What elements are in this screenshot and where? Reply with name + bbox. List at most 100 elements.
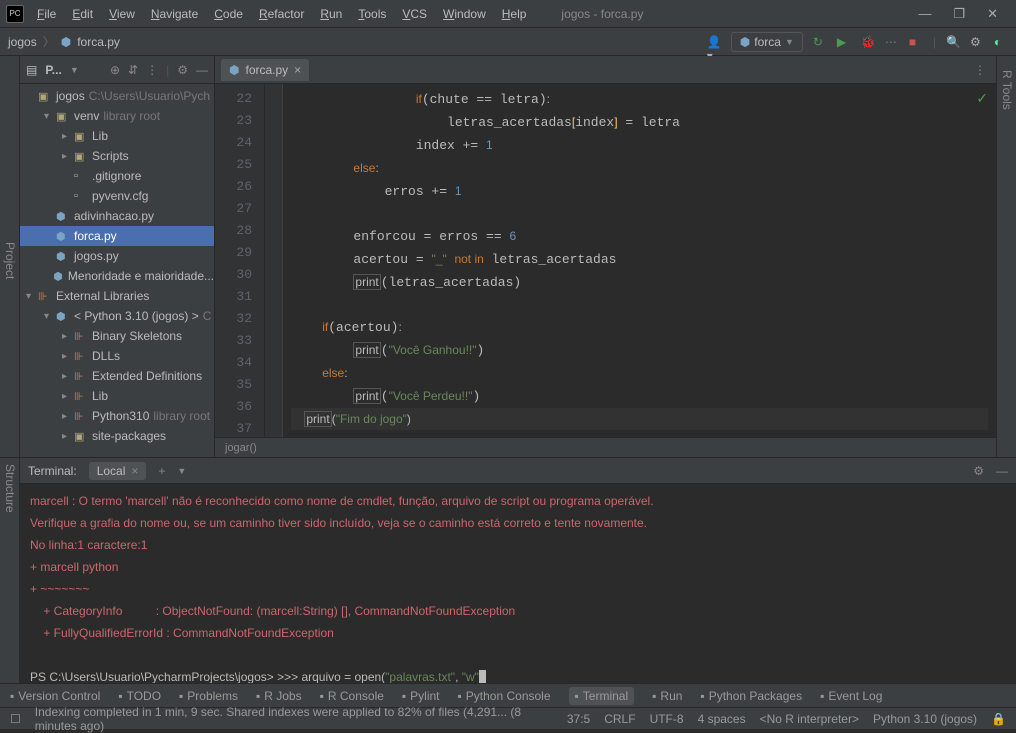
- tool-pylint[interactable]: ▪ Pylint: [402, 689, 440, 703]
- terminal-output[interactable]: marcell : O termo 'marcell' não é reconh…: [20, 484, 1016, 683]
- status-bar: ☐ Indexing completed in 1 min, 9 sec. Sh…: [0, 707, 1016, 729]
- tool-icon: ▪: [256, 689, 260, 703]
- tool-python-packages[interactable]: ▪ Python Packages: [700, 689, 802, 703]
- tool-python-console[interactable]: ▪ Python Console: [458, 689, 551, 703]
- project-header: ▤ P... ▼ ⊕ ⇵ ⋮ | ⚙ —: [20, 56, 214, 84]
- menu-window[interactable]: Window: [436, 4, 493, 24]
- chevron-down-icon[interactable]: ▼: [70, 65, 79, 75]
- debug-icon[interactable]: 🐞: [861, 35, 875, 49]
- line-separator[interactable]: CRLF: [604, 712, 635, 726]
- tools-icon[interactable]: ◐: [994, 35, 1008, 49]
- menu-view[interactable]: View: [102, 4, 142, 24]
- lock-icon[interactable]: 🔒: [991, 712, 1006, 726]
- encoding[interactable]: UTF-8: [650, 712, 684, 726]
- new-session-icon[interactable]: +: [158, 464, 165, 478]
- file-icon: ⬢: [61, 35, 71, 49]
- tree-item-binary-skeletons[interactable]: ▸⊪Binary Skeletons: [20, 326, 214, 346]
- code-area[interactable]: ✓ 22 23 24 25 26 27 28 29 30 31 32 33 34…: [215, 84, 996, 437]
- tree-item-jogos[interactable]: ▣jogosC:\Users\Usuario\Pych: [20, 86, 214, 106]
- editor-crumb-bar[interactable]: jogar(): [215, 437, 996, 457]
- tool-version-control[interactable]: ▪ Version Control: [10, 689, 100, 703]
- run-icon[interactable]: ▶: [837, 35, 851, 49]
- menu-refactor[interactable]: Refactor: [252, 4, 311, 24]
- tool-run[interactable]: ▪ Run: [652, 689, 682, 703]
- python-icon: ⬢: [740, 35, 750, 49]
- bookmarks-tool-button[interactable]: Bookmarks: [0, 458, 1, 683]
- tool-terminal[interactable]: ▪ Terminal: [569, 687, 635, 705]
- tool-problems[interactable]: ▪ Problems: [179, 689, 238, 703]
- tree-item---python-3-10--jogos---[interactable]: ▾⬢< Python 3.10 (jogos) >C: [20, 306, 214, 326]
- menu-tools[interactable]: Tools: [351, 4, 393, 24]
- menu-navigate[interactable]: Navigate: [144, 4, 205, 24]
- tool-r-jobs[interactable]: ▪ R Jobs: [256, 689, 302, 703]
- breadcrumb-sep: 〉: [43, 33, 55, 50]
- editor-tab[interactable]: ⬢ forca.py ×: [221, 59, 309, 81]
- menu-help[interactable]: Help: [495, 4, 534, 24]
- settings-icon[interactable]: ⚙: [970, 35, 984, 49]
- tree-item-adivinhacao-py[interactable]: ⬢adivinhacao.py: [20, 206, 214, 226]
- chevron-down-icon[interactable]: ▼: [177, 466, 186, 476]
- collapse-icon[interactable]: ⋮: [146, 63, 158, 77]
- close-button[interactable]: ✕: [987, 6, 998, 22]
- terminal-tab-label: Local: [97, 464, 126, 478]
- stop-icon[interactable]: ■: [909, 35, 923, 49]
- tree-item-pyvenv-cfg[interactable]: ▫pyvenv.cfg: [20, 186, 214, 206]
- cursor-pos[interactable]: 37:5: [567, 712, 590, 726]
- hide-icon[interactable]: —: [996, 464, 1008, 478]
- close-tab-icon[interactable]: ×: [294, 63, 301, 77]
- tab-more-icon[interactable]: ⋮: [974, 63, 996, 77]
- python-interpreter[interactable]: Python 3.10 (jogos): [873, 712, 977, 726]
- tree-item-lib[interactable]: ▸⊪Lib: [20, 386, 214, 406]
- tree-item-site-packages[interactable]: ▸▣site-packages: [20, 426, 214, 446]
- tree-item-venv[interactable]: ▾▣venvlibrary root: [20, 106, 214, 126]
- tree-item-external-libraries[interactable]: ▾⊪External Libraries: [20, 286, 214, 306]
- status-message: Indexing completed in 1 min, 9 sec. Shar…: [35, 705, 553, 733]
- tool-event-log[interactable]: ▪ Event Log: [820, 689, 882, 703]
- menu-vcs[interactable]: VCS: [395, 4, 434, 24]
- maximize-button[interactable]: ❐: [953, 6, 965, 22]
- structure-tool-button[interactable]: Structure: [1, 458, 19, 683]
- tree-item-forca-py[interactable]: ⬢forca.py: [20, 226, 214, 246]
- terminal-tab[interactable]: Local ×: [89, 462, 147, 480]
- close-icon[interactable]: ×: [131, 464, 138, 478]
- expand-icon[interactable]: ⇵: [128, 63, 138, 77]
- menu-file[interactable]: File: [30, 4, 63, 24]
- tree-item-lib[interactable]: ▸▣Lib: [20, 126, 214, 146]
- tool-icon: ▪: [402, 689, 406, 703]
- menu-run[interactable]: Run: [313, 4, 349, 24]
- tool-r-console[interactable]: ▪ R Console: [320, 689, 384, 703]
- menu-edit[interactable]: Edit: [65, 4, 100, 24]
- hide-icon[interactable]: —: [196, 63, 208, 77]
- tree-item-scripts[interactable]: ▸▣Scripts: [20, 146, 214, 166]
- more-run-icon[interactable]: ⋯: [885, 35, 899, 49]
- window-controls: — ❐ ✕: [918, 6, 1010, 22]
- indent[interactable]: 4 spaces: [698, 712, 746, 726]
- tool-todo[interactable]: ▪ TODO: [118, 689, 161, 703]
- search-icon[interactable]: 🔍: [946, 35, 960, 49]
- breadcrumb-file[interactable]: forca.py: [77, 35, 120, 49]
- locate-icon[interactable]: ⊕: [110, 63, 120, 77]
- tree-item-jogos-py[interactable]: ⬢jogos.py: [20, 246, 214, 266]
- tree-item-extended-definitions[interactable]: ▸⊪Extended Definitions: [20, 366, 214, 386]
- breadcrumb: jogos 〉 ⬢ forca.py: [8, 33, 120, 50]
- project-tool-button[interactable]: Project: [1, 64, 19, 457]
- r-interpreter[interactable]: <No R interpreter>: [760, 712, 859, 726]
- tool-icon: ▪: [320, 689, 324, 703]
- user-icon[interactable]: 👤▾: [707, 35, 721, 49]
- gear-icon[interactable]: ⚙: [177, 63, 188, 77]
- tree-item-python310[interactable]: ▸⊪Python310library root: [20, 406, 214, 426]
- tree-item-menoridade-e-maioridade---[interactable]: ⬢Menoridade e maioridade...: [20, 266, 214, 286]
- window-title: jogos - forca.py: [533, 7, 918, 21]
- run-config-selector[interactable]: ⬢ forca ▼: [731, 32, 803, 52]
- reload-icon[interactable]: ↻: [813, 35, 827, 49]
- gear-icon[interactable]: ⚙: [973, 464, 984, 478]
- breadcrumb-root[interactable]: jogos: [8, 35, 37, 49]
- terminal-label: Terminal:: [28, 464, 77, 478]
- minimize-button[interactable]: —: [918, 6, 931, 22]
- inspection-ok-icon[interactable]: ✓: [976, 90, 988, 107]
- menu-code[interactable]: Code: [207, 4, 250, 24]
- tree-item--gitignore[interactable]: ▫.gitignore: [20, 166, 214, 186]
- r-tools-button[interactable]: R Tools: [998, 64, 1016, 457]
- code-text[interactable]: if(chute == letra): letras_acertadas[ind…: [283, 84, 996, 437]
- tree-item-dlls[interactable]: ▸⊪DLLs: [20, 346, 214, 366]
